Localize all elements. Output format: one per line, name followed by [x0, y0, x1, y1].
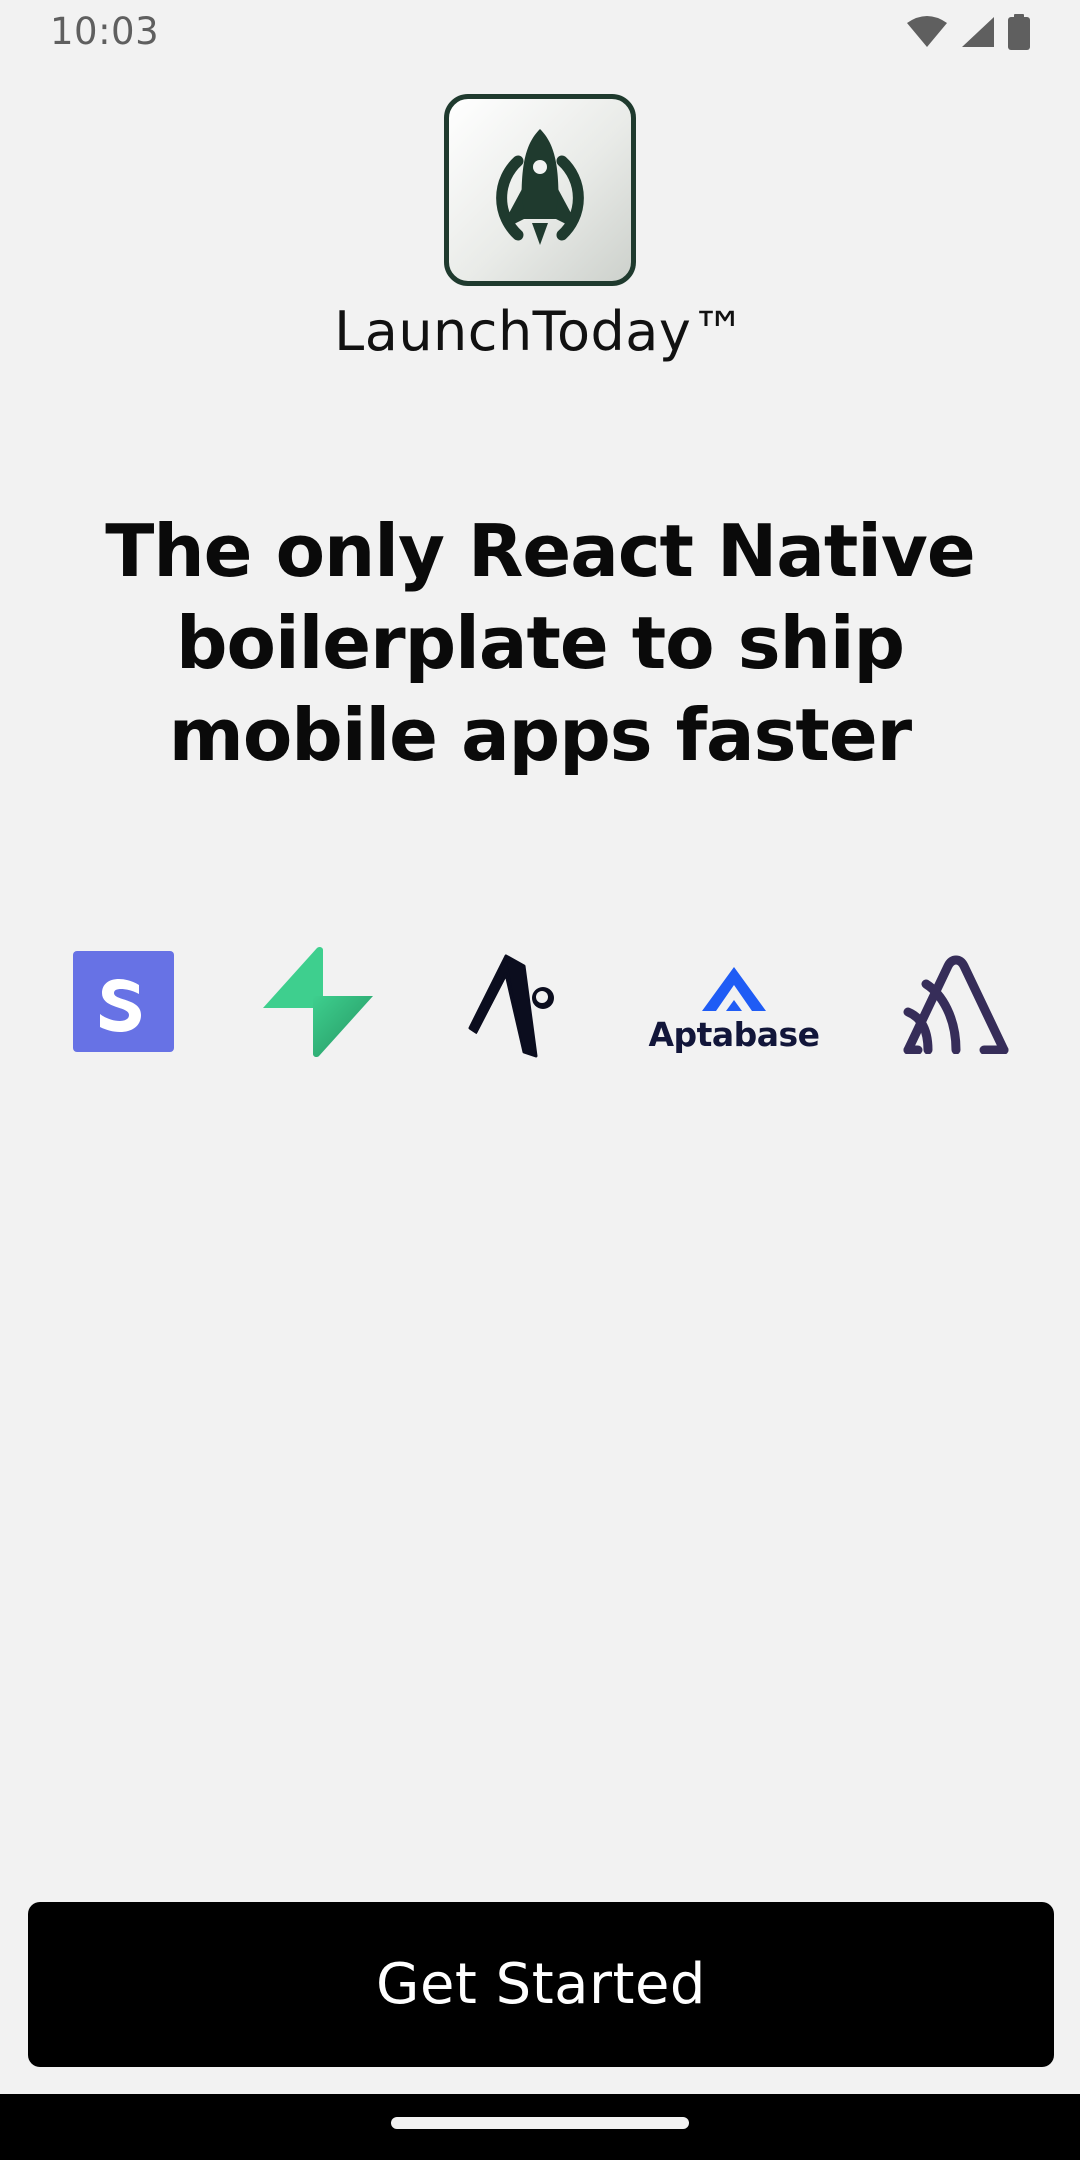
home-handle[interactable]: [391, 2117, 689, 2129]
cellular-signal-icon: [960, 15, 996, 54]
status-bar: 10:03: [0, 0, 1080, 66]
aptabase-label: Aptabase: [648, 1014, 820, 1054]
status-icons: [906, 14, 1030, 55]
aptabase-mark-icon: [702, 966, 766, 1011]
app-logo: [444, 94, 636, 286]
get-started-button[interactable]: Get Started: [28, 1902, 1054, 2067]
headline-line-1: The only React Native: [105, 509, 975, 593]
stripe-logo: [73, 951, 174, 1052]
headline-line-2: boilerplate to ship: [175, 601, 905, 685]
rocket-icon: [480, 123, 600, 258]
app-name: LaunchToday™: [334, 300, 746, 363]
headline: The only React Native boilerplate to shi…: [100, 505, 980, 781]
tech-logo-row: Aptabase: [0, 940, 1080, 1070]
aptabase-logo: Aptabase: [648, 954, 820, 1064]
battery-icon: [1008, 14, 1030, 55]
launch-screen: 10:03 LaunchToday™ The only React Native…: [0, 0, 1080, 2160]
wifi-icon: [906, 15, 948, 54]
supabase-logo: [263, 946, 373, 1058]
status-time: 10:03: [50, 10, 160, 53]
sentry-logo: [900, 952, 1012, 1054]
expo-logo: [466, 952, 558, 1058]
headline-line-3: mobile apps faster: [168, 693, 912, 777]
